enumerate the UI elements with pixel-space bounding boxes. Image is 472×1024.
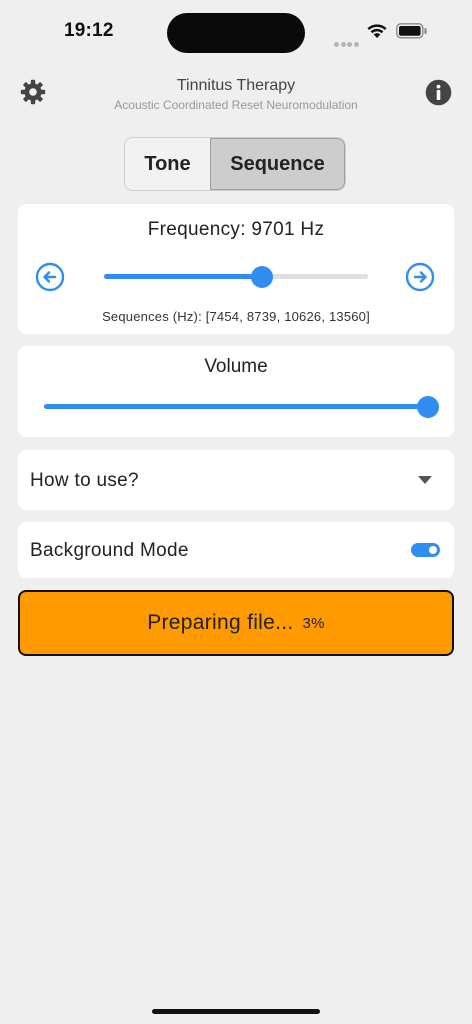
preparing-file-label: Preparing file... xyxy=(147,611,294,634)
dynamic-island xyxy=(167,13,305,53)
home-indicator[interactable] xyxy=(152,1009,320,1014)
background-mode-row: Background Mode xyxy=(18,522,454,578)
info-button[interactable] xyxy=(425,79,452,111)
how-to-use-dropdown[interactable]: How to use? xyxy=(18,450,454,510)
app-title: Tinnitus Therapy xyxy=(176,77,296,94)
frequency-slider[interactable] xyxy=(104,265,368,288)
volume-label: Volume xyxy=(204,356,268,377)
frequency-decrease-button[interactable] xyxy=(35,262,65,292)
tab-tone[interactable]: Tone xyxy=(125,138,210,190)
wifi-icon xyxy=(366,22,388,44)
mode-segmented-control: Tone Sequence xyxy=(124,137,346,191)
background-mode-label: Background Mode xyxy=(30,540,189,561)
frequency-slider-thumb[interactable] xyxy=(251,265,274,288)
preparing-file-button[interactable]: Preparing file... 3% xyxy=(18,590,454,656)
how-to-use-label: How to use? xyxy=(30,470,139,491)
status-time: 19:12 xyxy=(64,20,114,41)
tab-sequence[interactable]: Sequence xyxy=(210,138,345,190)
toggle-knob xyxy=(429,546,437,554)
arrow-right-circle-icon xyxy=(405,262,435,296)
volume-card: Volume xyxy=(18,346,454,437)
background-mode-toggle[interactable] xyxy=(411,543,440,557)
info-icon xyxy=(425,79,452,110)
cellular-signal-icon xyxy=(334,34,360,47)
chevron-down-icon xyxy=(418,476,432,484)
sequences-text: Sequences (Hz): [7454, 8739, 10626, 1356… xyxy=(102,309,370,324)
preparing-progress: 3% xyxy=(302,614,325,632)
frequency-slider-fill xyxy=(104,274,263,279)
app-subtitle: Acoustic Coordinated Reset Neuromodulati… xyxy=(114,98,358,112)
arrow-left-circle-icon xyxy=(35,262,65,296)
volume-slider-thumb[interactable] xyxy=(417,395,439,418)
frequency-label: Frequency: 9701 Hz xyxy=(147,219,325,240)
frequency-card: Frequency: 9701 Hz Sequences (Hz): [7454… xyxy=(18,204,454,334)
volume-slider[interactable] xyxy=(44,395,439,418)
frequency-increase-button[interactable] xyxy=(405,262,435,292)
volume-slider-fill xyxy=(44,404,428,409)
battery-icon xyxy=(396,23,427,39)
